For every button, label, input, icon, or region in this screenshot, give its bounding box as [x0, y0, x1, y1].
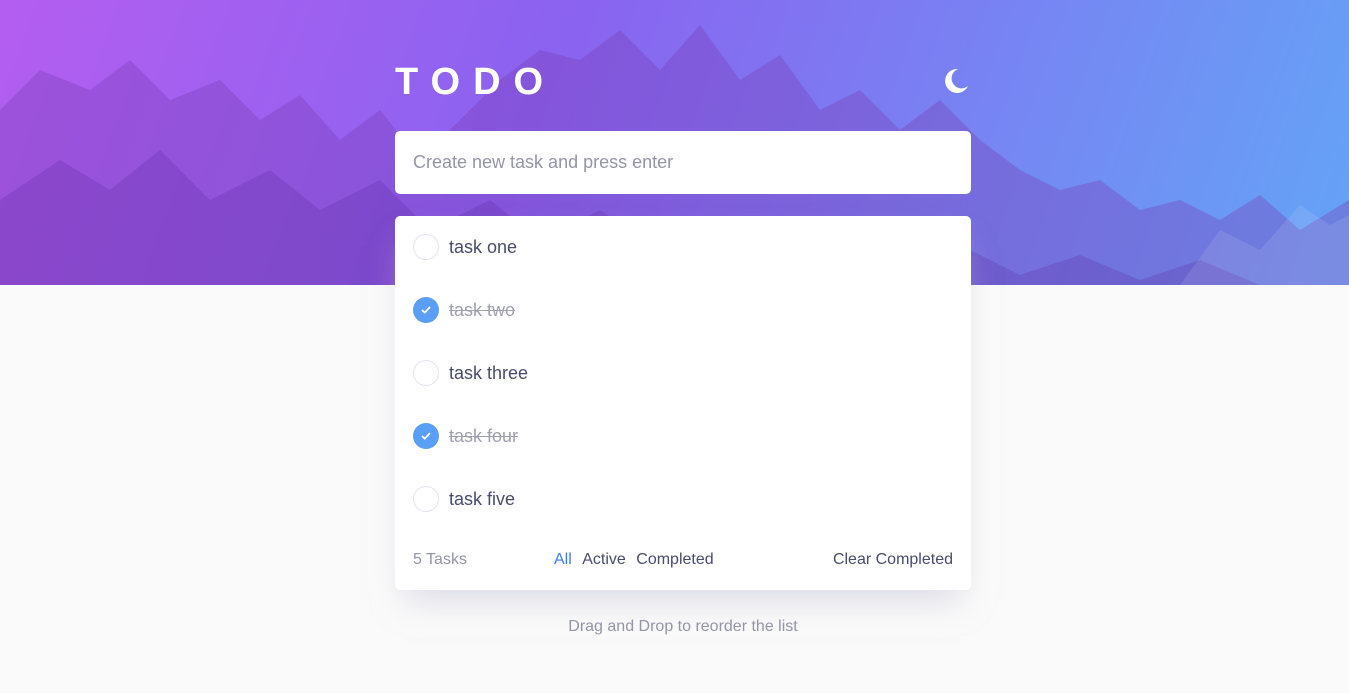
clear-completed-button[interactable]: Clear Completed	[833, 551, 953, 569]
moon-icon[interactable]	[941, 66, 971, 96]
task-count: 5 Tasks	[413, 551, 467, 568]
list-item[interactable]: task one	[395, 216, 971, 279]
list-item[interactable]: task three	[395, 342, 971, 405]
filter-active[interactable]: Active	[582, 551, 626, 569]
task-checkbox[interactable]	[413, 486, 439, 512]
new-task-input[interactable]	[395, 131, 971, 194]
filter-completed[interactable]: Completed	[636, 551, 713, 569]
filter-all[interactable]: All	[554, 551, 572, 569]
check-icon	[421, 306, 431, 314]
list-item[interactable]: task five	[395, 468, 971, 531]
task-label[interactable]: task two	[449, 298, 515, 322]
task-list: task one task two task three task four t…	[395, 216, 971, 590]
check-icon	[421, 432, 431, 440]
task-label[interactable]: task three	[449, 361, 528, 385]
app-title: TODO	[395, 61, 557, 103]
task-label[interactable]: task five	[449, 487, 515, 511]
task-checkbox[interactable]	[413, 360, 439, 386]
app-header: TODO	[395, 60, 971, 104]
list-footer: 5 Tasks All Active Completed Clear Compl…	[395, 531, 971, 587]
new-task-field[interactable]	[395, 131, 971, 194]
filter-group: All Active Completed	[554, 551, 720, 569]
reorder-hint: Drag and Drop to reorder the list	[568, 618, 798, 635]
task-checkbox-checked[interactable]	[413, 423, 439, 449]
task-checkbox[interactable]	[413, 234, 439, 260]
list-item[interactable]: task two	[395, 279, 971, 342]
list-item[interactable]: task four	[395, 405, 971, 468]
task-label[interactable]: task four	[449, 424, 518, 448]
task-label[interactable]: task one	[449, 235, 517, 259]
task-checkbox-checked[interactable]	[413, 297, 439, 323]
